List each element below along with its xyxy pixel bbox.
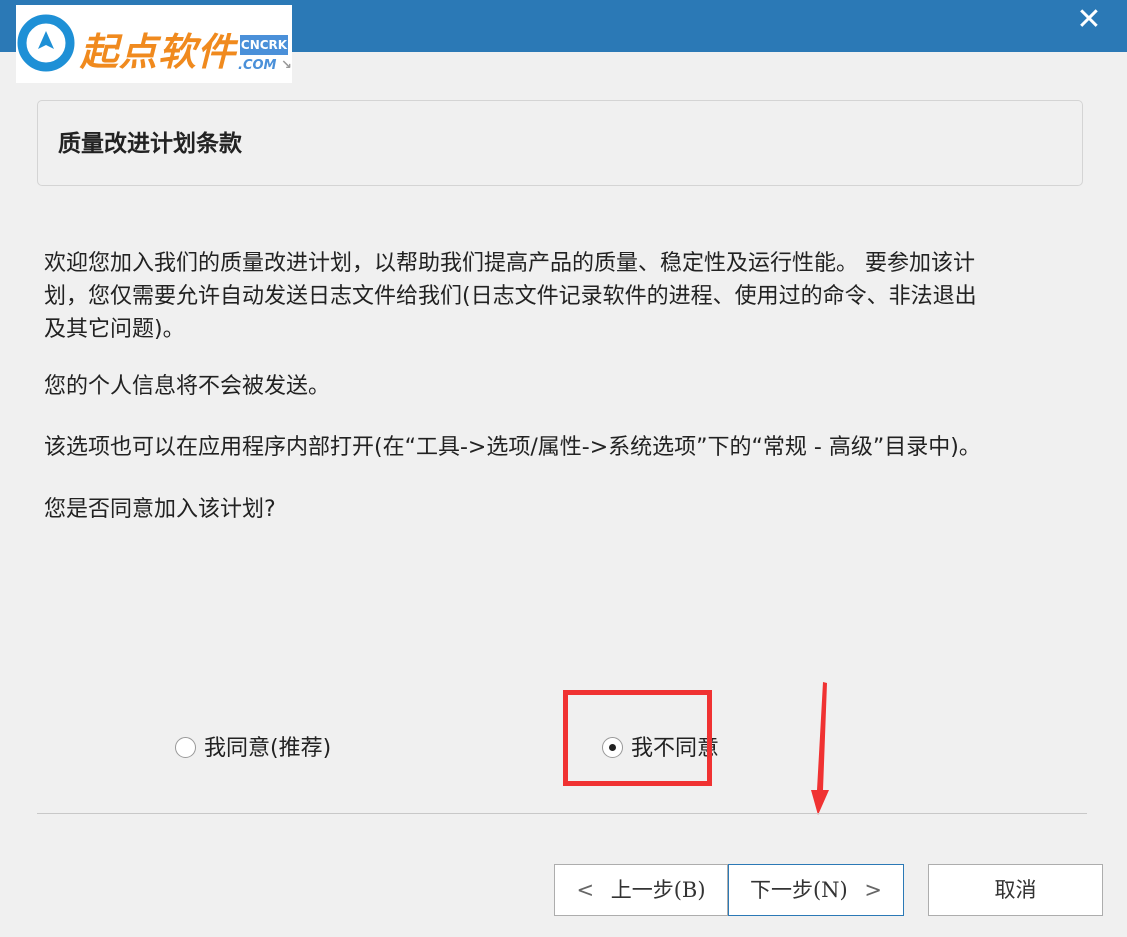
cancel-button[interactable]: 取消 [928,864,1103,916]
site-logo: 起点软件 CNCRK .COM ↘ [16,5,292,83]
annotation-arrow-icon [811,682,829,815]
logo-badge-arrow-icon: ↘ [281,58,292,73]
cancel-button-label: 取消 [994,878,1037,902]
settings-paragraph: 该选项也可以在应用程序内部打开(在“工具->选项/属性->系统选项”下的“常规 … [44,435,981,460]
privacy-paragraph: 您的个人信息将不会被发送。 [44,374,331,399]
intro-line-3: 及其它问题)。 [44,317,185,342]
intro-line-1: 欢迎您加入我们的质量改进计划，以帮助我们提高产品的质量、稳定性及运行性能。 要参… [44,251,975,276]
consent-question: 您是否同意加入该计划? [44,497,276,522]
agree-radio[interactable] [175,737,196,758]
back-button[interactable]: < 上一步(B) [554,864,728,916]
close-button[interactable]: ✕ [1075,5,1103,35]
logo-badge-bottom: .COM ↘ [238,57,292,75]
logo-badge-top: CNCRK [240,35,288,55]
highlight-box [563,690,712,786]
chevron-right-icon: > [864,878,883,902]
back-button-label: 上一步(B) [610,878,706,902]
next-button-label: 下一步(N) [749,878,848,902]
logo-text: 起点软件 [80,30,237,74]
intro-line-2: 划，您仅需要允许自动发送日志文件给我们(日志文件记录软件的进程、使用过的命令、非… [44,284,977,309]
divider [37,813,1087,814]
logo-badge-bottom-text: .COM [238,58,277,73]
agree-label[interactable]: 我同意(推荐) [204,734,331,764]
close-icon: ✕ [1076,2,1102,37]
section-title: 质量改进计划条款 [58,131,242,157]
chevron-left-icon: < [576,878,595,902]
logo-globe-icon [17,14,75,72]
next-button[interactable]: 下一步(N) > [728,864,904,916]
intro-paragraph: 欢迎您加入我们的质量改进计划，以帮助我们提高产品的质量、稳定性及运行性能。 要参… [44,247,1084,346]
section-header: 质量改进计划条款 [37,100,1083,186]
